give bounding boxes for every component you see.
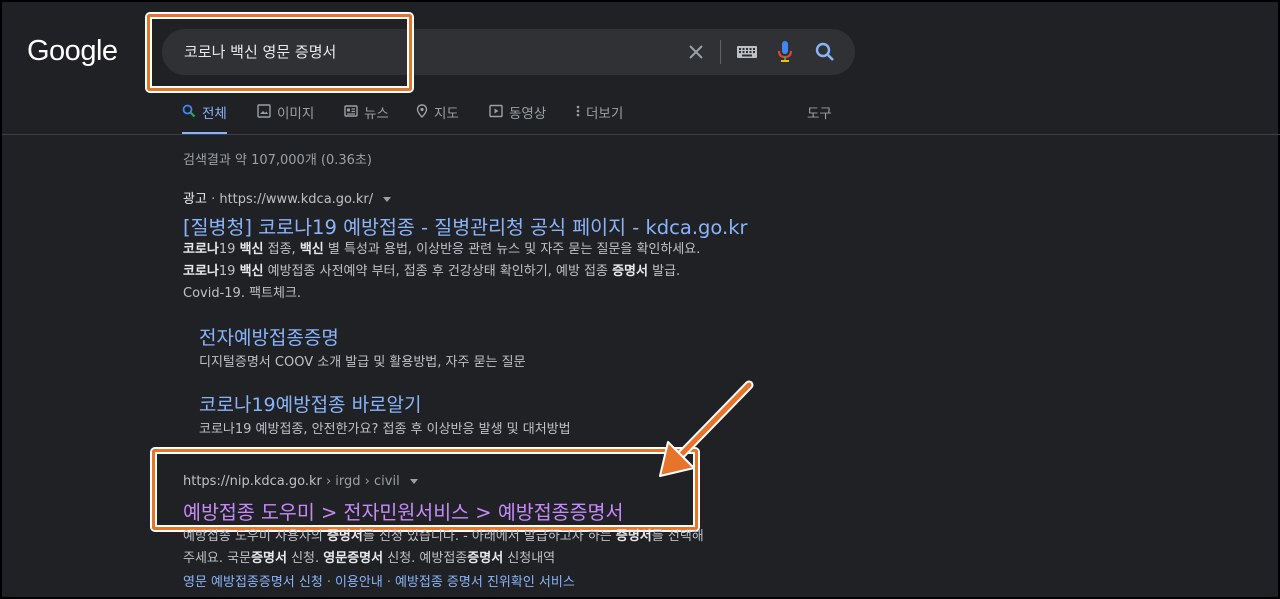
tab-label: 더보기 [586, 106, 624, 122]
search-icon [182, 104, 196, 118]
deep-link[interactable]: 영문 예방접종증명서 신청 [183, 575, 323, 590]
caret-down-icon[interactable] [383, 197, 392, 202]
sitelink-title[interactable]: 코로나19예방접종 바로알기 [199, 390, 422, 417]
ad-badge: 광고 [183, 192, 207, 207]
snippet-bold: 코로나 [183, 242, 219, 257]
ad-url-line: 광고 · https://www.kdca.go.kr/ [183, 188, 392, 207]
tab-images[interactable]: 이미지 [257, 102, 314, 135]
result-snippet-line: 예방접종 도우미 사용자의 증명서를 신청 있습니다. - 아래에서 발급하고자… [183, 526, 704, 548]
tab-label: 전체 [202, 106, 227, 122]
google-logo[interactable]: Google [27, 35, 118, 68]
ad-title-link[interactable]: [질병청] 코로나19 예방접종 - 질병관리청 공식 페이지 - kdca.g… [183, 211, 748, 240]
deep-link-separator: · [326, 575, 331, 590]
snippet-text: 주세요. 국문 [183, 551, 252, 566]
tab-label: 지도 [434, 106, 459, 122]
deep-link-separator: · [386, 575, 391, 590]
snippet-bold: 증명서 [467, 551, 504, 566]
image-icon [257, 104, 271, 118]
tab-label: 동영상 [509, 106, 547, 122]
snippet-text: 를 선택해 [651, 529, 704, 544]
annotation-arrow-icon [659, 380, 754, 477]
tab-more[interactable]: 더보기 [576, 102, 623, 135]
snippet-text: 19 [218, 264, 240, 279]
result-url-host[interactable]: https://nip.kdca.go.kr [183, 474, 322, 489]
more-vert-icon [576, 105, 580, 117]
ad-snippet-line: 코로나19 백신 접종, 백신 별 특성과 용법, 이상반응 관련 뉴스 및 자… [183, 239, 700, 261]
news-icon [344, 105, 358, 117]
tab-videos[interactable]: 동영상 [489, 102, 546, 135]
result-deep-links: 영문 예방접종증명서 신청 · 이용안내 · 예방접종 증명서 진위확인 서비스 [183, 571, 575, 590]
snippet-bold: 코로나 [183, 264, 219, 279]
snippet-bold: 영문증명서 [323, 551, 384, 566]
snippet-text: Covid-19. 팩트체크. [183, 286, 302, 301]
tabs-divider [2, 134, 1280, 135]
search-input[interactable]: 코로나 백신 영문 증명서 [184, 41, 336, 62]
snippet-text: 신청내역 [503, 551, 556, 566]
deep-link[interactable]: 이용안내 [335, 575, 383, 590]
result-stats: 검색결과 약 107,000개 (0.36초) [183, 153, 372, 168]
keyboard-icon[interactable] [736, 44, 758, 60]
result-url-line: https://nip.kdca.go.kr › irgd › civil [183, 474, 418, 489]
tab-label: 뉴스 [364, 106, 389, 122]
sitelink-desc: 디지털증명서 COOV 소개 발급 및 활용방법, 자주 묻는 질문 [199, 355, 526, 370]
snippet-bold: 증명서 [612, 264, 648, 279]
ad-snippet-line: 코로나19 백신 예방접종 사전예약 부터, 접종 후 건강상태 확인하기, 예… [183, 261, 680, 283]
tab-label: 이미지 [277, 106, 315, 122]
snippet-text: 19 [218, 242, 240, 257]
video-icon [489, 104, 503, 118]
snippet-text: 별 특성과 용법, 이상반응 관련 뉴스 및 자주 묻는 질문을 확인하세요. [323, 242, 701, 257]
close-icon[interactable] [686, 42, 706, 62]
snippet-text: 를 신청 있습니다. - 아래에서 발급하고자 하는 [362, 529, 616, 544]
search-box[interactable]: 코로나 백신 영문 증명서 [162, 29, 855, 75]
result-title-link[interactable]: 예방접종 도우미 > 전자민원서비스 > 예방접종증명서 [183, 496, 623, 525]
snippet-text: 신청. 예방접종 [383, 551, 468, 566]
tab-maps[interactable]: 지도 [416, 102, 459, 135]
tools-button[interactable]: 도구 [807, 102, 832, 122]
result-snippet-line: 주세요. 국문증명서 신청. 영문증명서 신청. 예방접종증명서 신청내역 [183, 548, 555, 570]
caret-down-icon[interactable] [409, 479, 418, 484]
snippet-bold: 증명서 [251, 551, 287, 566]
map-pin-icon [416, 104, 428, 118]
snippet-bold: 백신 [239, 264, 264, 279]
snippet-text: 발급. [647, 264, 681, 279]
tab-news[interactable]: 뉴스 [344, 102, 389, 135]
snippet-text: 접종, [263, 242, 300, 257]
microphone-icon[interactable] [776, 40, 794, 64]
ad-url[interactable]: https://www.kdca.go.kr/ [219, 192, 373, 207]
search-icon[interactable] [814, 41, 836, 63]
ad-snippet-line: Covid-19. 팩트체크. [183, 283, 301, 305]
snippet-bold: 증명서 [615, 529, 652, 544]
result-breadcrumb: › irgd › civil [321, 474, 400, 489]
deep-link[interactable]: 예방접종 증명서 진위확인 서비스 [395, 575, 575, 590]
search-divider [720, 40, 721, 64]
snippet-bold: 백신 [239, 242, 264, 257]
snippet-bold: 증명서 [326, 529, 363, 544]
snippet-text: 예방접종 사전예약 부터, 접종 후 건강상태 확인하기, 예방 접종 [263, 264, 613, 279]
snippet-text: 신청. [286, 551, 324, 566]
tab-all[interactable]: 전체 [182, 102, 227, 135]
snippet-bold: 백신 [299, 242, 324, 257]
snippet-text: 예방접종 도우미 사용자의 [183, 529, 327, 544]
sitelink-title[interactable]: 전자예방접종증명 [199, 323, 339, 350]
sitelink-desc: 코로나19 예방접종, 안전한가요? 접종 후 이상반응 발생 및 대처방법 [199, 422, 571, 437]
